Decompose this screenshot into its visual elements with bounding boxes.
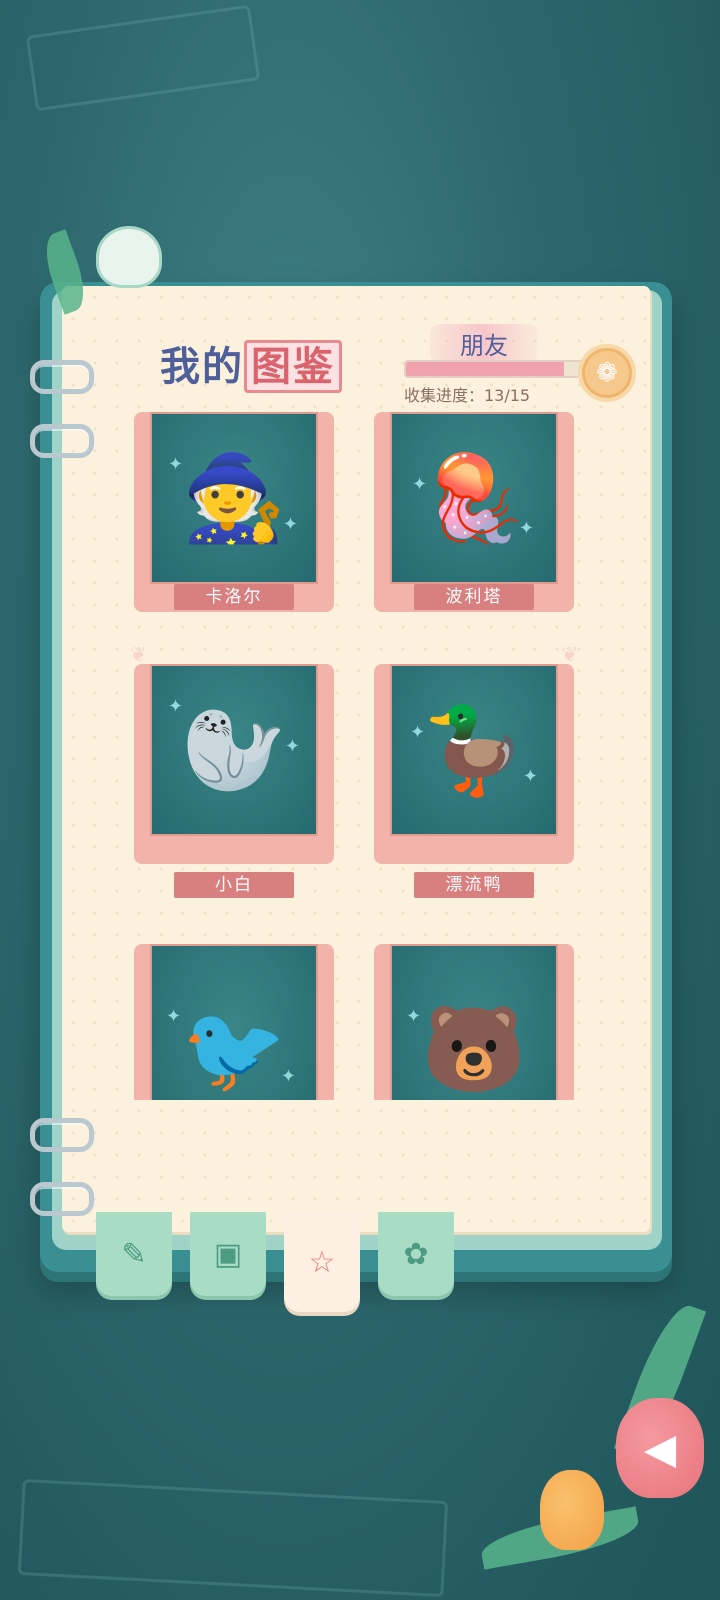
back-button[interactable]: ◀: [616, 1398, 704, 1498]
edit-note-icon: ✎: [121, 1236, 147, 1272]
tab-flower[interactable]: ✿: [378, 1212, 454, 1296]
collection-grid: ✦ ✦ 🧙 卡洛尔 ✦ ✦ 🪼 波利塔 ❦ ✦ ✦ 🦭 小白 ❦ ✦ ✦ 🦆 漂流鸭 ✦…: [0, 0, 720, 1100]
card-name: 小白: [174, 872, 294, 898]
seal-with-hat-icon: 🦭: [181, 700, 287, 799]
background-frame-deco: [17, 1478, 449, 1598]
card-name: 卡洛尔: [174, 584, 294, 610]
frame-bow: ❦: [561, 642, 578, 666]
back-arrow-icon: ◀: [643, 1423, 677, 1473]
tab-notes[interactable]: ✎: [96, 1212, 172, 1296]
character-portrait: ✦ ✦ 🦆: [390, 664, 558, 836]
witch-guitarist-icon: 🧙: [181, 448, 287, 547]
card-name: 波利塔: [414, 584, 534, 610]
character-portrait: ✦ ✦ 🪼: [390, 412, 558, 584]
tulip-decoration: [540, 1470, 604, 1550]
collection-card[interactable]: ✦ ✦ 🐦: [134, 944, 334, 1100]
star-book-icon: ☆: [308, 1244, 336, 1280]
blue-bird-icon: 🐦: [181, 999, 287, 1098]
binder-ring: [30, 1118, 94, 1152]
frame-bow: ❦: [130, 642, 147, 666]
character-portrait: ✦ ✦ 🐦: [150, 944, 318, 1100]
flower-icon: ✿: [403, 1236, 429, 1272]
tab-collection[interactable]: ☆: [284, 1212, 360, 1312]
collection-card[interactable]: ✦ ✦ 🧙 卡洛尔: [134, 412, 334, 612]
duck-on-float-icon: 🦆: [421, 700, 527, 799]
collection-card[interactable]: ✦ ✦ 🪼 波利塔: [374, 412, 574, 612]
jellyfish-icon: 🪼: [421, 448, 527, 547]
collection-card[interactable]: ✦ 🐻: [374, 944, 574, 1100]
tab-photos[interactable]: ▣: [190, 1212, 266, 1296]
character-portrait: ✦ ✦ 🧙: [150, 412, 318, 584]
character-portrait: ✦ ✦ 🦭: [150, 664, 318, 836]
collection-card[interactable]: ❦ ✦ ✦ 🦆 漂流鸭: [374, 642, 578, 898]
card-name: 漂流鸭: [414, 872, 534, 898]
binder-ring: [30, 1182, 94, 1216]
character-portrait: ✦ 🐻: [390, 944, 558, 1100]
pink-bear-icon: 🐻: [421, 999, 527, 1098]
collection-card[interactable]: ❦ ✦ ✦ 🦭 小白: [130, 642, 334, 898]
photo-album-icon: ▣: [213, 1236, 243, 1272]
